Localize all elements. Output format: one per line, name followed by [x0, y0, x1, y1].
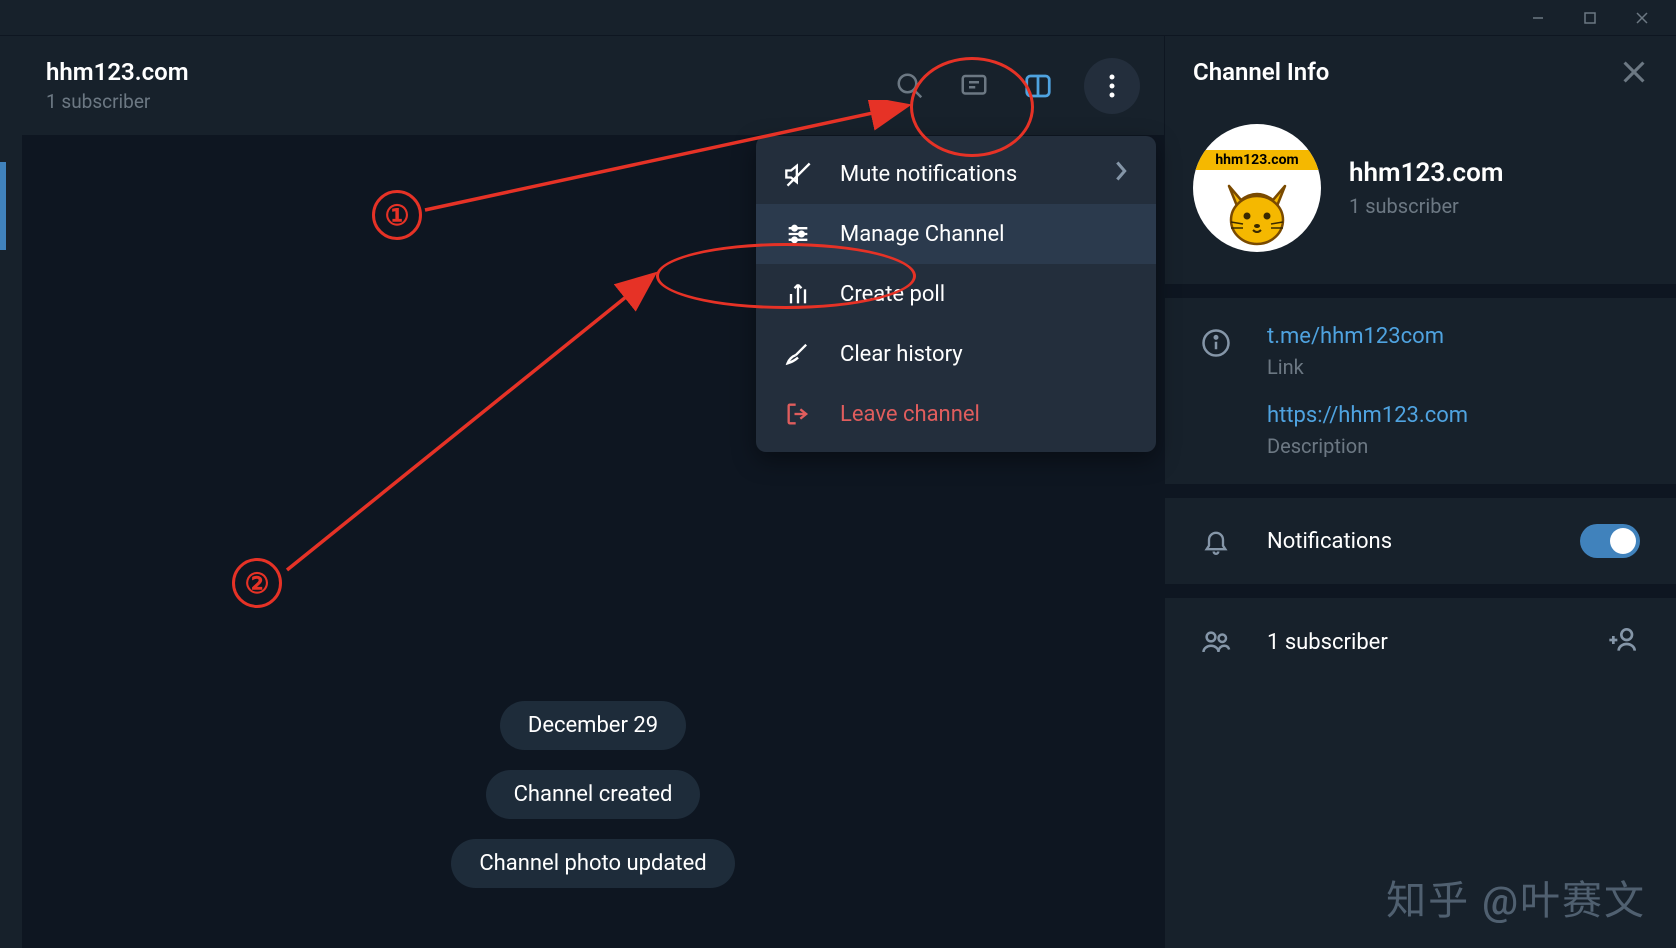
- leave-icon: [784, 400, 812, 428]
- mute-icon: [784, 160, 812, 188]
- add-subscriber-button[interactable]: [1608, 624, 1640, 660]
- people-icon: [1201, 627, 1231, 657]
- menu-item-mute[interactable]: Mute notifications: [756, 144, 1156, 204]
- toggle-handle: [1610, 528, 1636, 554]
- avatar-cat-icon: [1217, 176, 1297, 248]
- bell-icon: [1201, 526, 1231, 556]
- channel-info-panel: Channel Info hhm123.com: [1164, 36, 1676, 948]
- menu-item-leave-channel[interactable]: Leave channel: [756, 384, 1156, 444]
- notifications-label: Notifications: [1267, 529, 1544, 554]
- menu-item-create-poll[interactable]: Create poll: [756, 264, 1156, 324]
- more-options-button[interactable]: [1084, 58, 1140, 114]
- search-icon[interactable]: [892, 68, 928, 104]
- channel-profile[interactable]: hhm123.com hhm123.com 1 subscriber: [1165, 108, 1676, 284]
- chat-subtitle: 1 subscriber: [46, 90, 892, 113]
- menu-label: Clear history: [840, 342, 1128, 367]
- panel-row-subscribers[interactable]: 1 subscriber: [1165, 598, 1676, 686]
- more-options-menu: Mute notifications Manage Channel Create…: [756, 136, 1156, 452]
- date-pill[interactable]: December 29: [500, 701, 686, 750]
- chat-list-rail: [0, 36, 22, 948]
- subscriber-count: 1 subscriber: [1267, 630, 1572, 655]
- active-chat-indicator: [0, 162, 6, 250]
- window-minimize-button[interactable]: [1512, 0, 1564, 36]
- chat-title: hhm123.com: [46, 58, 892, 86]
- chat-area: hhm123.com 1 subscriber: [22, 36, 1164, 948]
- channel-description-url: https://hhm123.com: [1267, 403, 1640, 428]
- link-label: Link: [1267, 355, 1640, 379]
- menu-label: Mute notifications: [840, 162, 1086, 187]
- manage-icon: [784, 220, 812, 248]
- panel-row-link[interactable]: t.me/hhm123com Link https://hhm123.com D…: [1165, 298, 1676, 484]
- channel-subtitle: 1 subscriber: [1349, 194, 1503, 218]
- notifications-toggle[interactable]: [1580, 524, 1640, 558]
- menu-label: Manage Channel: [840, 222, 1128, 247]
- divider: [1165, 284, 1676, 298]
- more-vertical-icon: [1108, 72, 1116, 100]
- avatar-banner: hhm123.com: [1193, 150, 1321, 170]
- channel-name: hhm123.com: [1349, 158, 1503, 188]
- divider: [1165, 584, 1676, 598]
- window-titlebar: [0, 0, 1676, 36]
- window-maximize-button[interactable]: [1564, 0, 1616, 36]
- menu-label: Leave channel: [840, 402, 1128, 427]
- system-message-photo: Channel photo updated: [451, 839, 734, 888]
- divider: [1165, 484, 1676, 498]
- window-close-button[interactable]: [1616, 0, 1668, 36]
- panel-row-notifications[interactable]: Notifications: [1165, 498, 1676, 584]
- poll-icon: [784, 280, 812, 308]
- comments-icon[interactable]: [956, 68, 992, 104]
- channel-link: t.me/hhm123com: [1267, 324, 1640, 349]
- sidepanel-icon[interactable]: [1020, 68, 1056, 104]
- avatar[interactable]: hhm123.com: [1193, 124, 1321, 252]
- chevron-right-icon: [1114, 160, 1128, 188]
- menu-item-clear-history[interactable]: Clear history: [756, 324, 1156, 384]
- info-icon: [1201, 328, 1231, 358]
- broom-icon: [784, 340, 812, 368]
- chat-header[interactable]: hhm123.com 1 subscriber: [22, 36, 1164, 136]
- close-panel-button[interactable]: [1620, 58, 1648, 86]
- system-message-created: Channel created: [486, 770, 701, 819]
- panel-title: Channel Info: [1193, 58, 1329, 86]
- menu-label: Create poll: [840, 282, 1128, 307]
- menu-item-manage-channel[interactable]: Manage Channel: [756, 204, 1156, 264]
- description-label: Description: [1267, 434, 1640, 458]
